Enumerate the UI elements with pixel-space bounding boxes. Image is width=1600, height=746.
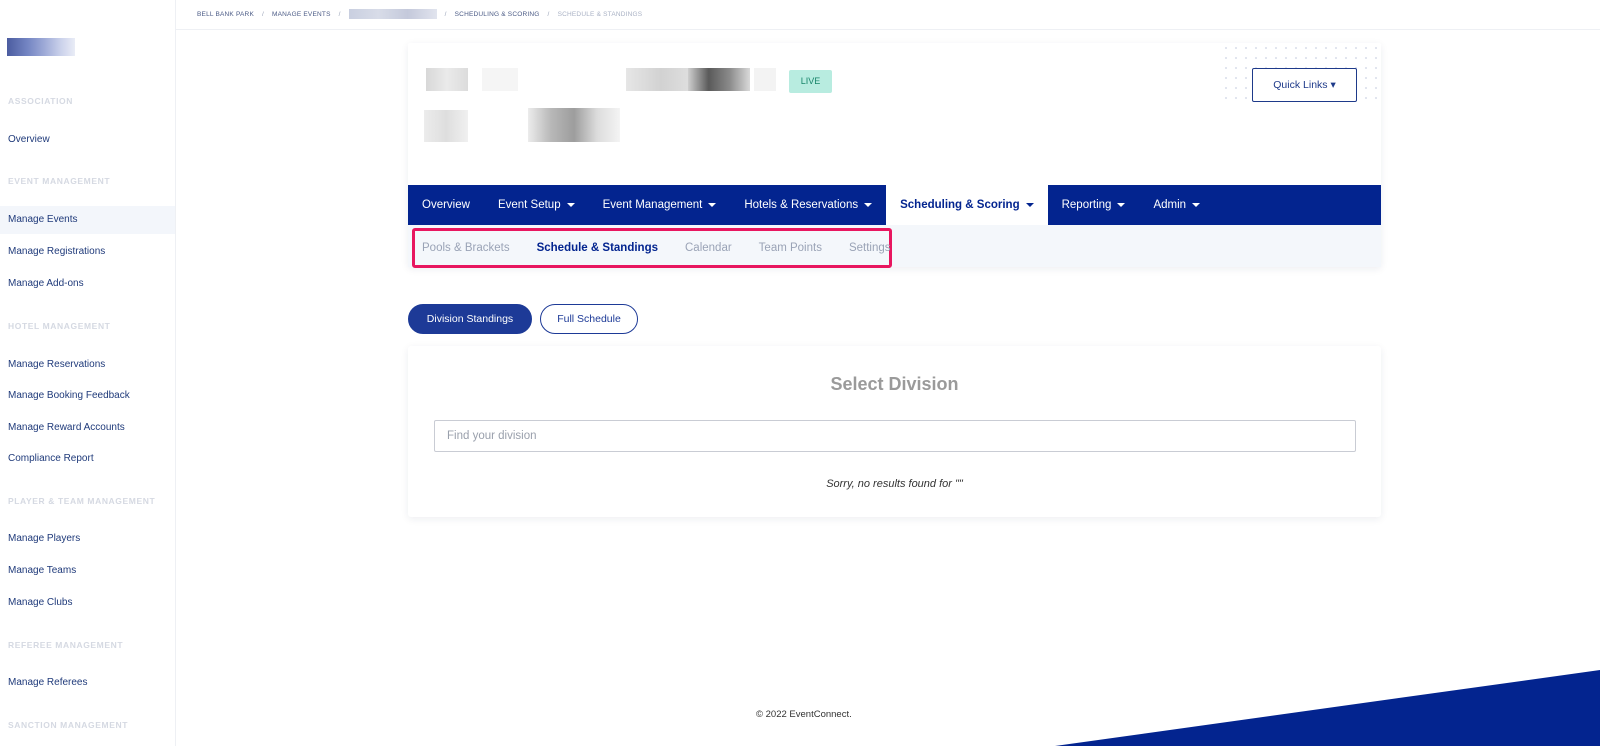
footer-copyright: © 2022 EventConnect. <box>756 709 852 720</box>
division-search-input[interactable] <box>434 420 1356 452</box>
sidebar-section-sanction-management: SANCTION MANAGEMENT <box>8 720 129 730</box>
sidebar-item-manage-teams[interactable]: Manage Teams <box>0 557 175 585</box>
sidebar-item-manage-add-ons[interactable]: Manage Add-ons <box>0 270 175 298</box>
sidebar-item-compliance-report[interactable]: Compliance Report <box>0 445 175 473</box>
tab-label: Reporting <box>1061 199 1112 211</box>
sidebar-item-manage-events[interactable]: Manage Events <box>0 206 175 234</box>
sidebar-section-player-team-management: PLAYER & TEAM MANAGEMENT <box>8 496 156 506</box>
tab-label: Overview <box>422 199 470 211</box>
breadcrumb-current: SCHEDULE & STANDINGS <box>557 10 643 18</box>
event-date-redacted <box>424 110 468 142</box>
tab-admin[interactable]: Admin <box>1139 185 1214 225</box>
sidebar-item-manage-clubs[interactable]: Manage Clubs <box>0 589 175 617</box>
sidebar-section-hotel-management: HOTEL MANAGEMENT <box>8 321 111 331</box>
tab-overview[interactable]: Overview <box>408 185 484 225</box>
no-results-message: Sorry, no results found for "" <box>826 478 963 490</box>
caret-down-icon <box>708 202 717 207</box>
tab-label: Event Management <box>602 199 703 211</box>
decorative-corner-wedge <box>1055 670 1600 746</box>
subtab-schedule-standings[interactable]: Schedule & Standings <box>537 242 658 254</box>
event-main-nav: Overview Event Setup Event Management Ho… <box>408 185 1381 225</box>
full-schedule-button[interactable]: Full Schedule <box>540 304 638 334</box>
breadcrumb-event-name-redacted[interactable] <box>348 9 437 19</box>
breadcrumb-separator: / <box>338 10 341 18</box>
sidebar: ASSOCIATION Overview EVENT MANAGEMENT Ma… <box>0 0 176 746</box>
sidebar-item-overview[interactable]: Overview <box>0 126 175 154</box>
breadcrumb-separator: / <box>262 10 265 18</box>
tab-label: Admin <box>1153 199 1187 211</box>
brand-logo[interactable] <box>7 38 75 56</box>
caret-down-icon <box>864 202 873 207</box>
breadcrumb-separator: / <box>444 10 447 18</box>
subtab-pools-brackets[interactable]: Pools & Brackets <box>422 242 510 254</box>
subtab-team-points[interactable]: Team Points <box>759 242 822 254</box>
sub-nav-highlight: Pools & Brackets Schedule & Standings Ca… <box>412 228 892 268</box>
event-header-card: LIVE Quick Links ▾ Overview Event Setup … <box>408 43 1381 268</box>
tab-label: Scheduling & Scoring <box>900 199 1020 211</box>
header-divider <box>176 29 1600 30</box>
select-division-title: Select Division <box>830 374 959 394</box>
sidebar-item-manage-reward-accounts[interactable]: Manage Reward Accounts <box>0 414 175 442</box>
tab-scheduling-scoring[interactable]: Scheduling & Scoring <box>886 185 1048 225</box>
sidebar-item-manage-players[interactable]: Manage Players <box>0 525 175 553</box>
sidebar-item-manage-booking-feedback[interactable]: Manage Booking Feedback <box>0 382 175 410</box>
sidebar-section-association: ASSOCIATION <box>8 96 74 106</box>
tab-event-management[interactable]: Event Management <box>589 185 731 225</box>
breadcrumb-manage-events[interactable]: MANAGE EVENTS <box>272 11 331 18</box>
tab-reporting[interactable]: Reporting <box>1048 185 1140 225</box>
event-title-redacted <box>754 68 776 91</box>
event-title-redacted <box>626 68 696 91</box>
subtab-calendar[interactable]: Calendar <box>685 242 732 254</box>
caret-down-icon <box>1025 202 1034 207</box>
sidebar-item-manage-referees[interactable]: Manage Referees <box>0 669 175 697</box>
event-location-redacted <box>528 108 620 142</box>
sidebar-item-manage-registrations[interactable]: Manage Registrations <box>0 238 175 266</box>
event-title-redacted <box>426 68 468 91</box>
division-standings-button[interactable]: Division Standings <box>408 304 532 334</box>
caret-down-icon <box>1117 202 1126 207</box>
event-title-redacted <box>688 68 750 91</box>
tab-hotels-reservations[interactable]: Hotels & Reservations <box>730 185 886 225</box>
sidebar-item-manage-reservations[interactable]: Manage Reservations <box>0 351 175 379</box>
sidebar-section-referee-management: REFEREE MANAGEMENT <box>8 640 124 650</box>
breadcrumb-venue[interactable]: BELL BANK PARK <box>197 11 254 18</box>
breadcrumb-scheduling-scoring[interactable]: SCHEDULING & SCORING <box>455 11 540 18</box>
breadcrumb: BELL BANK PARK / MANAGE EVENTS / / SCHED… <box>197 9 642 19</box>
caret-down-icon <box>566 202 575 207</box>
tab-label: Event Setup <box>497 199 561 211</box>
status-badge: LIVE <box>789 70 832 93</box>
subtab-settings[interactable]: Settings <box>849 242 891 254</box>
select-division-card: Select Division Sorry, no results found … <box>408 346 1381 517</box>
caret-down-icon <box>1192 202 1201 207</box>
event-title-redacted <box>482 68 518 91</box>
tab-label: Hotels & Reservations <box>744 199 859 211</box>
quick-links-button[interactable]: Quick Links ▾ <box>1252 68 1357 102</box>
sidebar-section-event-management: EVENT MANAGEMENT <box>8 176 111 186</box>
tab-event-setup[interactable]: Event Setup <box>484 185 589 225</box>
breadcrumb-separator: / <box>547 10 550 18</box>
sub-nav-bar: Pools & Brackets Schedule & Standings Ca… <box>408 225 1381 268</box>
